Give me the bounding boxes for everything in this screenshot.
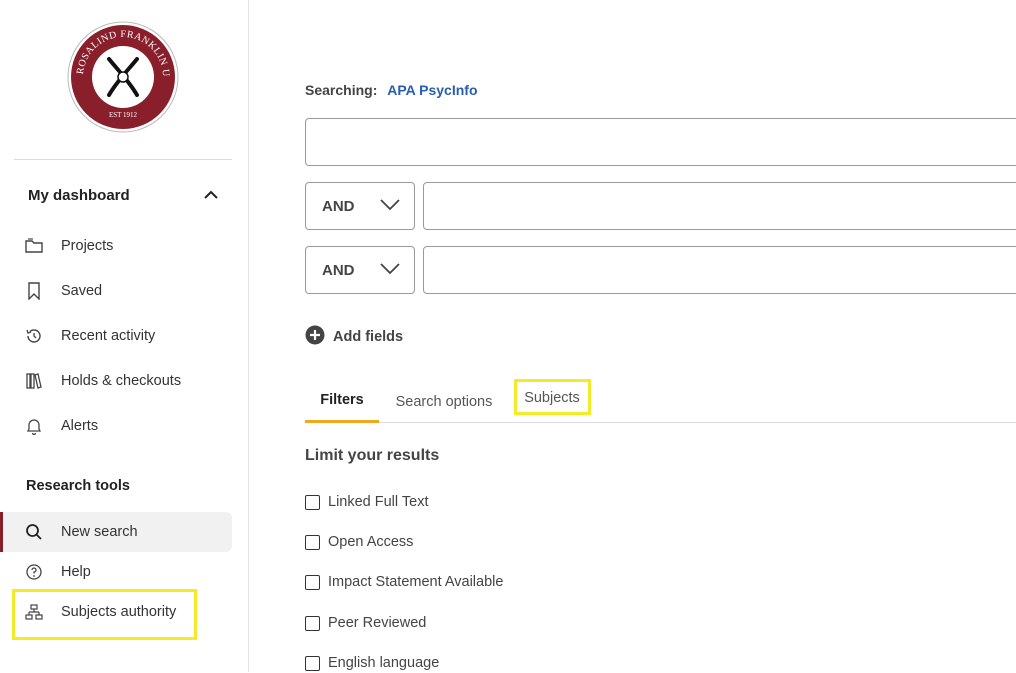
sidebar-item-label: Saved	[61, 283, 103, 299]
database-name-link[interactable]: APA PsycInfo	[387, 82, 477, 98]
chevron-down-icon	[380, 198, 400, 215]
sidebar-item-label: Projects	[61, 238, 114, 254]
search-tabs: Filters Search options Subjects	[305, 380, 1016, 423]
operator-value: AND	[322, 197, 355, 215]
help-icon	[24, 562, 44, 582]
sidebar-item-label: Help	[61, 564, 91, 580]
folder-icon	[24, 236, 44, 256]
checkbox[interactable]	[305, 494, 320, 510]
sidebar-item-holds-checkouts[interactable]: Holds & checkouts	[24, 369, 181, 393]
tab-search-options[interactable]: Search options	[389, 380, 499, 423]
plus-circle-icon	[305, 325, 325, 349]
sidebar-item-alerts[interactable]: Alerts	[24, 414, 98, 438]
add-fields-button[interactable]: Add fields	[305, 325, 404, 349]
highlight-subjects-authority	[12, 589, 197, 640]
research-tools-title: Research tools	[26, 478, 130, 494]
filter-label: Impact Statement Available	[328, 574, 504, 590]
sidebar-item-recent-activity[interactable]: Recent activity	[24, 324, 155, 348]
logo-divider	[14, 159, 232, 160]
boolean-operator-select-1[interactable]: AND	[305, 182, 415, 230]
search-input[interactable]	[305, 118, 1016, 166]
history-icon	[24, 326, 44, 346]
filter-label: English language	[328, 655, 440, 671]
add-fields-label: Add fields	[333, 329, 404, 345]
checkbox[interactable]	[305, 615, 320, 631]
search-field-input-2[interactable]	[423, 246, 1016, 294]
sidebar-item-help[interactable]: Help	[24, 560, 91, 584]
bell-icon	[24, 416, 44, 436]
sidebar-item-label: Alerts	[61, 418, 99, 434]
filter-linked-full-text[interactable]: Linked Full Text	[305, 492, 428, 512]
checkbox[interactable]	[305, 534, 320, 550]
checkbox[interactable]	[305, 574, 320, 590]
filter-label: Linked Full Text	[328, 494, 429, 510]
sidebar-item-label: Recent activity	[61, 328, 156, 344]
filter-peer-reviewed[interactable]: Peer Reviewed	[305, 613, 426, 633]
search-field-input-1[interactable]	[423, 182, 1016, 230]
searching-label: Searching:	[305, 82, 378, 98]
chevron-down-icon	[380, 262, 400, 279]
sidebar: ROSALIND FRANKLIN UNIVERSITY EST 1912 My…	[0, 0, 249, 672]
sidebar-item-label: New search	[61, 524, 138, 540]
tab-filters[interactable]: Filters	[305, 380, 379, 423]
operator-value: AND	[322, 261, 355, 279]
bookmark-icon	[24, 281, 44, 301]
sidebar-item-projects[interactable]: Projects	[24, 234, 113, 258]
boolean-operator-select-2[interactable]: AND	[305, 246, 415, 294]
filter-open-access[interactable]: Open Access	[305, 532, 413, 552]
my-dashboard-toggle[interactable]: My dashboard	[28, 184, 218, 206]
logo-established: EST 1912	[109, 111, 138, 119]
sidebar-item-saved[interactable]: Saved	[24, 279, 102, 303]
checkbox[interactable]	[305, 655, 320, 671]
books-icon	[24, 371, 44, 391]
highlight-subjects-tab	[514, 379, 591, 415]
searching-indicator: Searching: APA PsycInfo	[305, 82, 478, 98]
filter-label: Peer Reviewed	[328, 615, 427, 631]
limit-results-title: Limit your results	[305, 447, 440, 464]
filter-english-language[interactable]: English language	[305, 653, 439, 673]
chevron-up-icon[interactable]	[204, 187, 218, 204]
sidebar-item-new-search[interactable]: New search	[24, 520, 138, 544]
my-dashboard-label: My dashboard	[28, 186, 130, 204]
filter-impact-statement[interactable]: Impact Statement Available	[305, 572, 503, 592]
sidebar-item-label: Holds & checkouts	[61, 373, 182, 389]
university-logo[interactable]: ROSALIND FRANKLIN UNIVERSITY EST 1912	[63, 13, 179, 133]
filter-label: Open Access	[328, 534, 414, 550]
search-icon	[24, 522, 44, 542]
